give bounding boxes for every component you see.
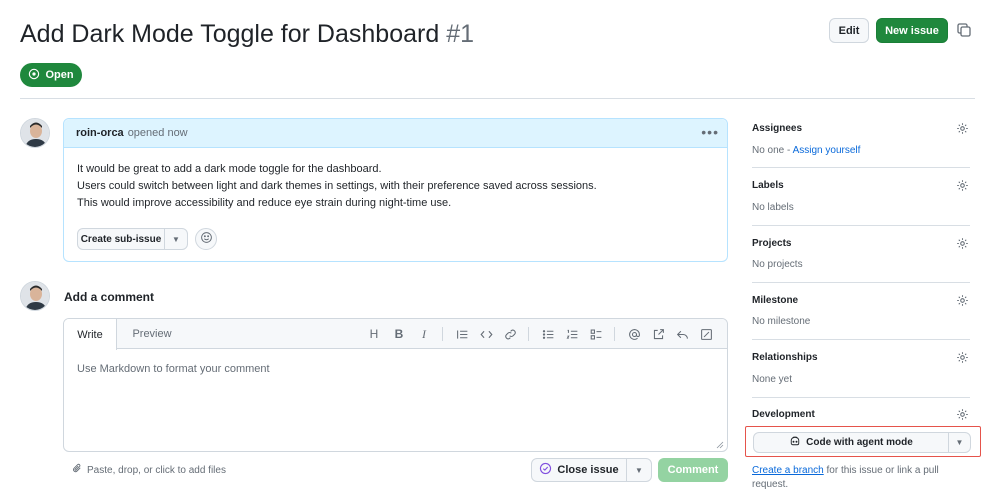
tab-write[interactable]: Write (64, 319, 117, 350)
labels-value: No labels (752, 202, 794, 213)
comment-button[interactable]: Comment (658, 458, 728, 482)
new-issue-button[interactable]: New issue (876, 18, 948, 43)
chevron-down-icon[interactable]: ▼ (949, 433, 970, 452)
reply-icon[interactable] (674, 326, 690, 342)
gear-icon[interactable] (956, 237, 969, 250)
issue-title-text: Add Dark Mode Toggle for Dashboard (20, 20, 440, 48)
gear-icon[interactable] (956, 122, 969, 135)
create-branch-link[interactable]: Create a branch (752, 465, 824, 476)
gear-icon[interactable] (956, 351, 969, 364)
resize-handle-icon[interactable] (716, 440, 724, 449)
close-issue-main[interactable]: Close issue (532, 459, 627, 481)
header-divider (20, 98, 975, 99)
sidebar-heading-relationships: Relationships (752, 352, 818, 363)
italic-button[interactable]: I (416, 326, 432, 342)
status-label: Open (45, 69, 74, 81)
status-badge: Open (20, 63, 82, 87)
fullscreen-icon[interactable] (698, 326, 714, 342)
avatar[interactable] (20, 118, 50, 148)
sidebar-divider (752, 397, 970, 398)
paste-hint-text: Paste, drop, or click to add files (87, 464, 226, 476)
editor-tabs: Write Preview H B I (64, 319, 727, 350)
close-issue-label: Close issue (557, 464, 619, 476)
toolbar-divider (528, 327, 529, 341)
sidebar-heading-projects: Projects (752, 238, 792, 249)
comment-author[interactable]: roin-orca (76, 127, 124, 139)
unordered-list-icon[interactable] (540, 326, 556, 342)
ordered-list-icon[interactable] (564, 326, 580, 342)
comment-body-line: It would be great to add a dark mode tog… (77, 163, 382, 175)
comment-header: roin-orca opened now ••• (64, 119, 727, 148)
sidebar-divider (752, 167, 970, 168)
sidebar-heading-assignees: Assignees (752, 123, 803, 134)
kebab-menu-icon[interactable]: ••• (701, 125, 719, 139)
relationships-value: None yet (752, 374, 793, 385)
toolbar-divider (442, 327, 443, 341)
add-reaction-button[interactable] (195, 228, 217, 250)
toolbar-divider (614, 327, 615, 341)
copilot-icon (789, 435, 801, 450)
sidebar-heading-milestone: Milestone (752, 295, 799, 306)
sidebar-heading-development: Development (752, 409, 815, 420)
chevron-down-icon[interactable]: ▼ (165, 229, 187, 249)
issue-title: Add Dark Mode Toggle for Dashboard #1 (20, 20, 474, 49)
comment-editor: Write Preview H B I Use Markdown to form… (63, 318, 728, 452)
tab-preview[interactable]: Preview (117, 319, 187, 349)
gear-icon[interactable] (956, 179, 969, 192)
issue-closed-icon (539, 462, 552, 478)
cross-reference-icon[interactable] (650, 326, 666, 342)
issue-opened-icon (28, 68, 40, 83)
comment-input-placeholder[interactable]: Use Markdown to format your comment (77, 363, 270, 375)
copy-icon[interactable] (956, 22, 972, 38)
quote-icon[interactable] (454, 326, 470, 342)
smiley-icon (200, 231, 213, 247)
development-hint: Create a branch for this issue or link a… (752, 464, 972, 492)
bold-button[interactable]: B (391, 326, 407, 342)
issue-number: #1 (446, 20, 474, 48)
sidebar-heading-labels: Labels (752, 180, 784, 191)
comment-body-line: This would improve accessibility and red… (77, 197, 452, 209)
create-sub-issue-button[interactable]: Create sub-issue ▼ (77, 228, 188, 250)
gear-icon[interactable] (956, 408, 969, 421)
paste-hint[interactable]: Paste, drop, or click to add files (72, 463, 226, 477)
assignees-value: No one - Assign yourself (752, 145, 860, 156)
close-issue-button[interactable]: Close issue ▼ (531, 458, 652, 482)
heading-button[interactable]: H (366, 326, 382, 342)
comment-body-line: Users could switch between light and dar… (77, 180, 597, 192)
avatar[interactable] (20, 281, 50, 311)
sidebar-divider (752, 225, 970, 226)
paperclip-icon (72, 463, 83, 477)
comment-meta: opened now (127, 127, 188, 139)
assignees-none: No one - (752, 145, 793, 156)
add-comment-heading: Add a comment (64, 290, 155, 304)
gear-icon[interactable] (956, 294, 969, 307)
code-icon[interactable] (478, 326, 494, 342)
link-icon[interactable] (502, 326, 518, 342)
mention-icon[interactable] (626, 326, 642, 342)
issue-comment: roin-orca opened now ••• It would be gre… (63, 118, 728, 262)
sidebar-divider (752, 282, 970, 283)
code-with-agent-main[interactable]: Code with agent mode (754, 433, 949, 452)
assign-yourself-link[interactable]: Assign yourself (793, 145, 861, 156)
edit-button[interactable]: Edit (829, 18, 869, 43)
code-with-agent-label: Code with agent mode (806, 437, 913, 448)
sidebar-divider (752, 339, 970, 340)
task-list-icon[interactable] (588, 326, 604, 342)
chevron-down-icon[interactable]: ▼ (627, 459, 651, 481)
create-sub-issue-label[interactable]: Create sub-issue (78, 229, 165, 249)
milestone-value: No milestone (752, 316, 811, 327)
code-with-agent-button[interactable]: Code with agent mode ▼ (753, 432, 971, 453)
projects-value: No projects (752, 259, 803, 270)
